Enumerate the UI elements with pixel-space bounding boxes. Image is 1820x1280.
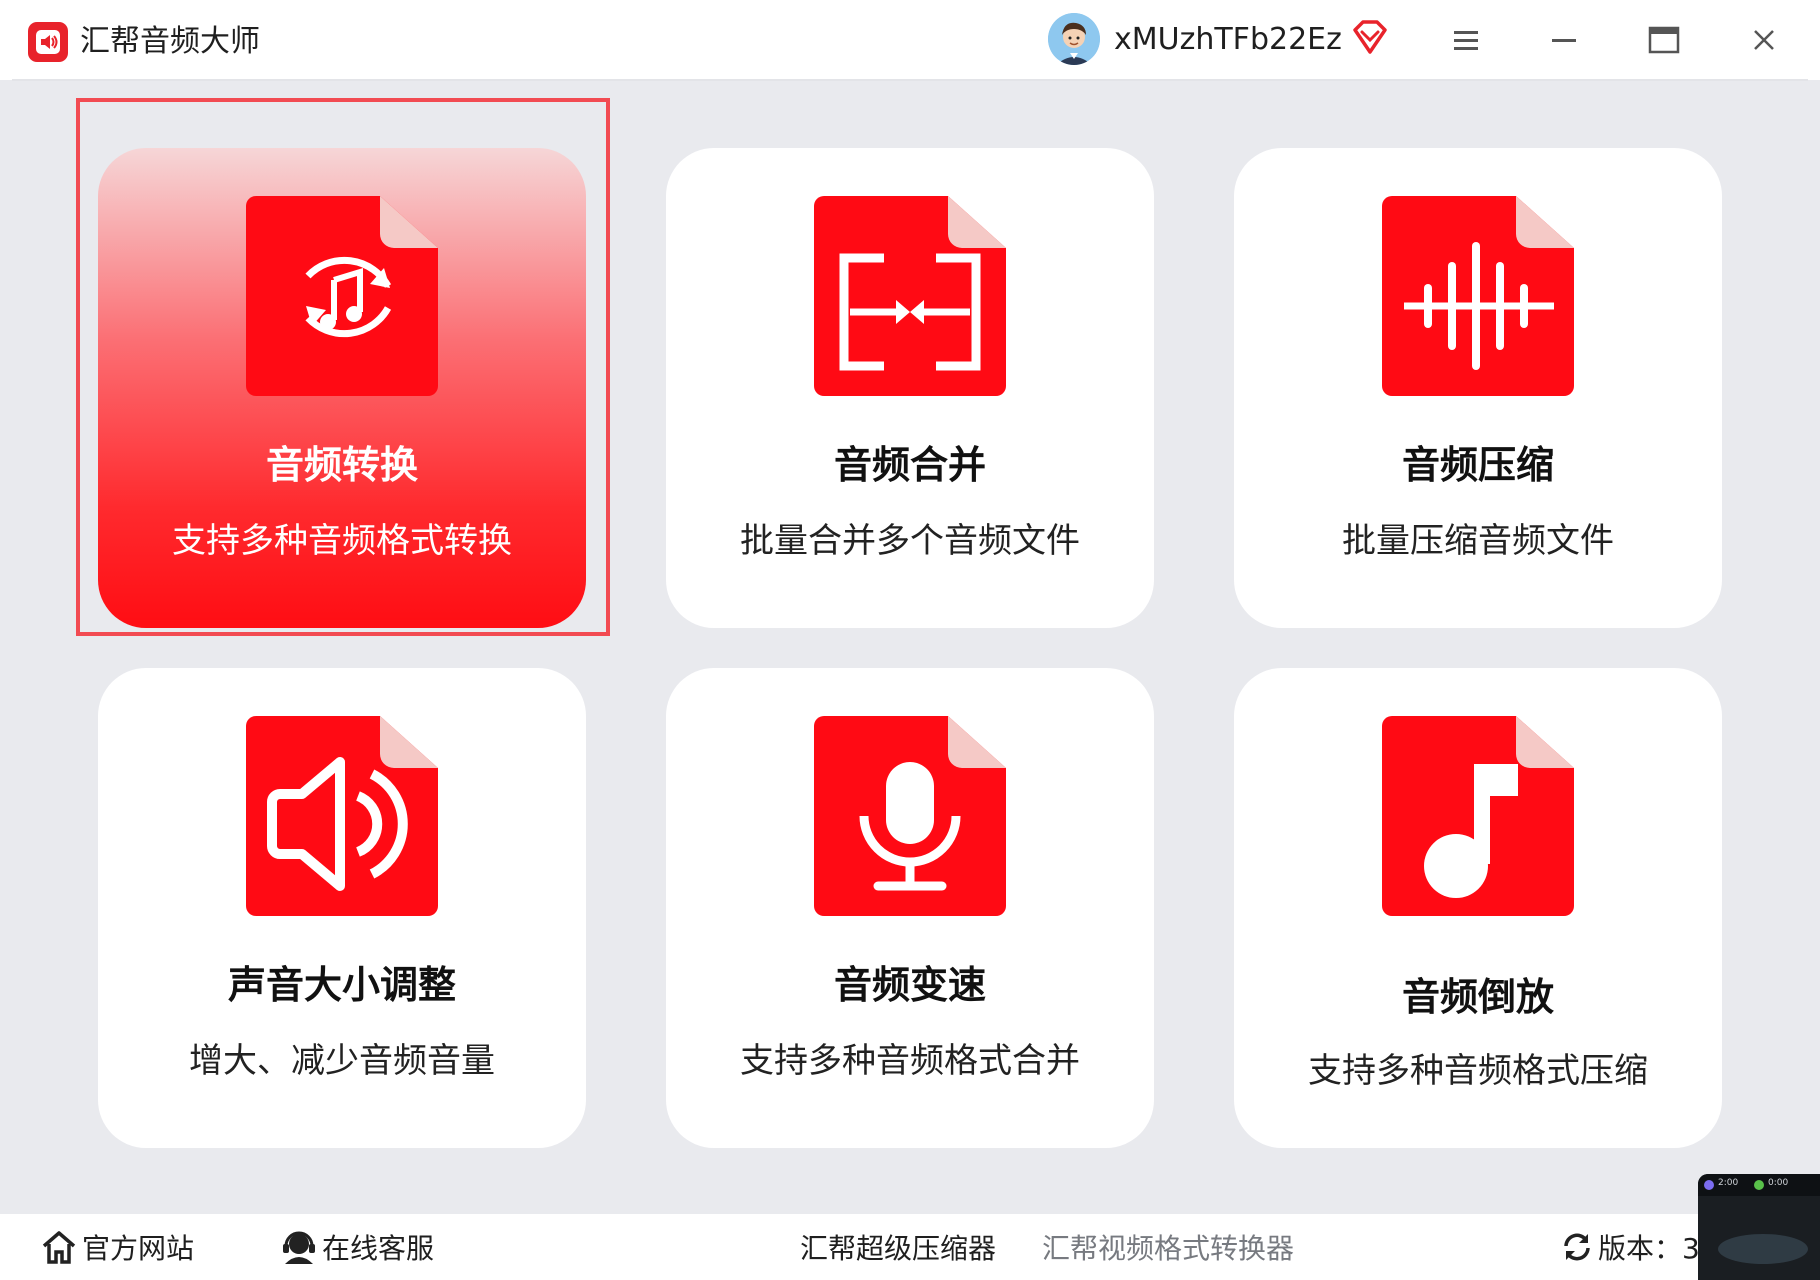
maximize-icon[interactable] [1642, 18, 1686, 62]
card-title: 音频变速 [833, 963, 986, 1007]
volume-icon [246, 716, 438, 916]
headset-icon [283, 1231, 315, 1264]
footer-bar: 官方网站 在线客服 汇帮超级压缩器 汇帮视频格式转换器 版本：3 [0, 1214, 1820, 1280]
card-audio-compress[interactable]: 音频压缩 批量压缩音频文件 [1234, 148, 1722, 628]
card-audio-merge[interactable]: 音频合并 批量合并多个音频文件 [666, 148, 1154, 628]
video-converter-link[interactable]: 汇帮视频格式转换器 [1042, 1224, 1294, 1270]
card-title: 音频倒放 [1401, 975, 1554, 1019]
title-bar-divider [12, 79, 1808, 81]
microphone-icon [814, 716, 1006, 916]
card-audio-convert[interactable]: 音频转换 支持多种音频格式转换 [98, 148, 586, 628]
thumbnail-time-b: 0:00 [1768, 1178, 1789, 1188]
card-description: 批量压缩音频文件 [1342, 521, 1614, 561]
status-dot-icon [1754, 1180, 1764, 1190]
card-audio-speed[interactable]: 音频变速 支持多种音频格式合并 [666, 668, 1154, 1148]
video-converter-label: 汇帮视频格式转换器 [1042, 1232, 1295, 1265]
audio-convert-icon [246, 196, 438, 396]
music-note-icon [1382, 716, 1574, 916]
close-icon[interactable] [1742, 18, 1786, 62]
card-description: 支持多种音频格式合并 [740, 1041, 1080, 1081]
audio-merge-icon [814, 196, 1006, 396]
card-title: 音频压缩 [1401, 443, 1554, 487]
home-icon [42, 1231, 76, 1264]
card-title: 音频转换 [265, 443, 418, 487]
official-website-link[interactable]: 官方网站 [40, 1224, 194, 1270]
status-dot-icon [1704, 1180, 1714, 1190]
online-support-label: 在线客服 [322, 1232, 435, 1265]
version-info[interactable]: 版本：3 [1560, 1224, 1700, 1270]
super-compressor-link[interactable]: 汇帮超级压缩器 [800, 1224, 996, 1270]
card-audio-reverse[interactable]: 音频倒放 支持多种音频格式压缩 [1234, 668, 1722, 1148]
thumbnail-time-a: 2:00 [1718, 1178, 1739, 1188]
card-description: 支持多种音频格式压缩 [1308, 1051, 1648, 1091]
minimize-icon[interactable] [1542, 18, 1586, 62]
super-compressor-label: 汇帮超级压缩器 [800, 1232, 997, 1265]
app-logo-icon [28, 22, 68, 62]
vip-diamond-icon[interactable] [1350, 18, 1390, 58]
card-title: 音频合并 [833, 443, 986, 487]
refresh-icon [1564, 1233, 1590, 1261]
thumbnail-image [1718, 1234, 1808, 1264]
audio-compress-icon [1382, 196, 1574, 396]
preview-thumbnail[interactable]: 2:00 0:00 [1698, 1174, 1820, 1280]
card-description: 支持多种音频格式转换 [172, 521, 512, 561]
user-avatar[interactable] [1048, 13, 1100, 65]
menu-icon[interactable] [1444, 18, 1488, 62]
card-volume-adjust[interactable]: 声音大小调整 增大、减少音频音量 [98, 668, 586, 1148]
online-support-link[interactable]: 在线客服 [280, 1224, 434, 1270]
app-title: 汇帮音频大师 [80, 24, 260, 59]
card-title: 声音大小调整 [227, 963, 456, 1007]
version-label: 版本：3 [1598, 1232, 1700, 1265]
official-website-label: 官方网站 [82, 1232, 195, 1265]
title-bar: 汇帮音频大师 xMUzhTFb22Ez [0, 0, 1820, 81]
username[interactable]: xMUzhTFb22Ez [1114, 18, 1342, 62]
card-description: 批量合并多个音频文件 [740, 521, 1080, 561]
card-description: 增大、减少音频音量 [189, 1041, 495, 1081]
